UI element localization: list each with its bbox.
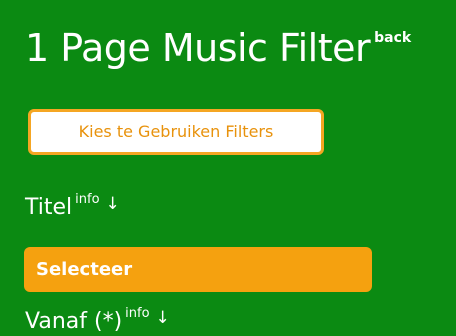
titel-select-button[interactable]: Selecteer xyxy=(24,247,372,292)
titel-filter-heading: Titel info ↓ xyxy=(25,192,120,222)
arrow-down-icon[interactable]: ↓ xyxy=(106,194,120,214)
page-title: 1 Page Music Filter xyxy=(25,26,371,70)
vanaf-info-link[interactable]: info xyxy=(125,306,149,321)
back-link[interactable]: back xyxy=(374,30,411,46)
titel-label: Titel xyxy=(25,195,73,220)
arrow-down-icon[interactable]: ↓ xyxy=(156,308,170,328)
header: 1 Page Music Filter back xyxy=(25,26,411,70)
titel-info-link[interactable]: info xyxy=(75,192,99,207)
vanaf-label: Vanaf (*) xyxy=(25,309,123,334)
vanaf-filter-heading: Vanaf (*) info ↓ xyxy=(25,306,170,336)
choose-filters-button[interactable]: Kies te Gebruiken Filters xyxy=(28,109,324,155)
